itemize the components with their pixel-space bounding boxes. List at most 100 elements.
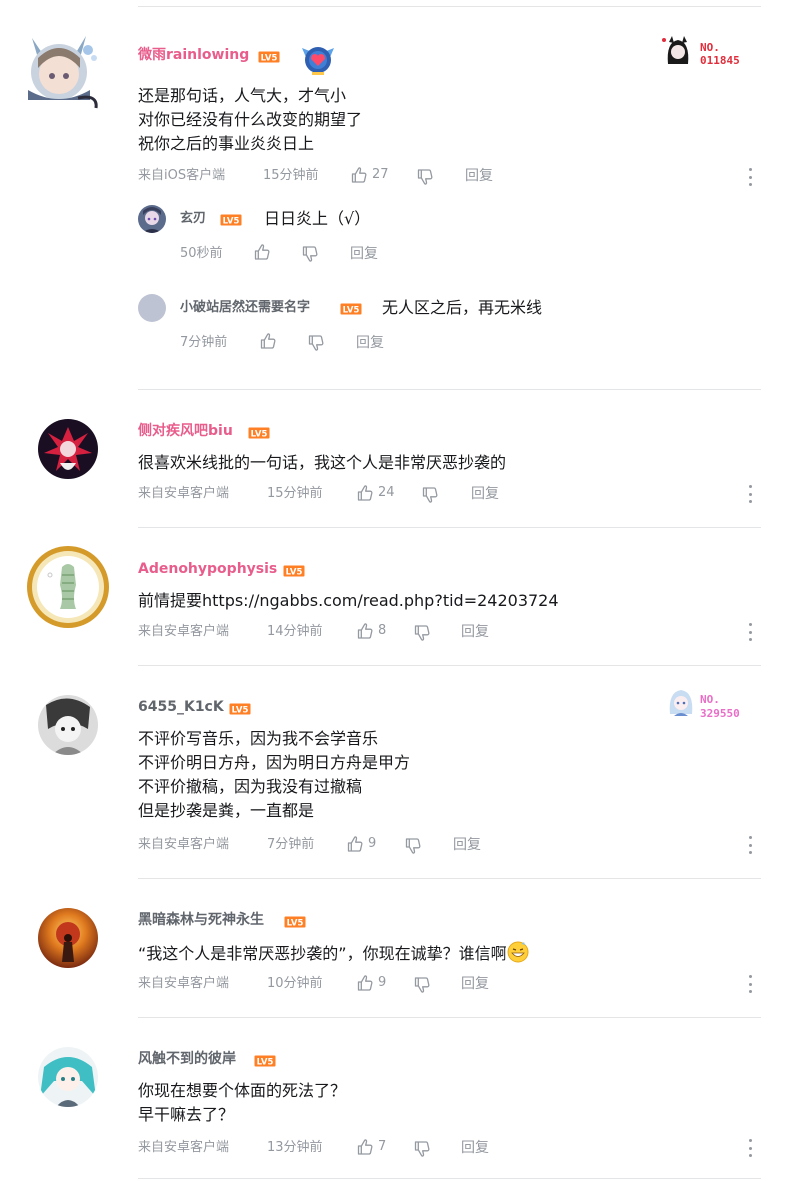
dislike-button[interactable] — [421, 486, 439, 504]
thumb-down-icon — [421, 486, 439, 504]
thumb-down-icon — [307, 334, 325, 352]
like-count: 7 — [378, 1139, 387, 1154]
fan-badge[interactable]: NO. 011845 — [660, 32, 750, 72]
like-button[interactable]: 27 — [350, 166, 389, 184]
comment-source: 来自安卓客户端 — [138, 624, 230, 639]
reply-text: 无人区之后，再无米线 — [382, 298, 543, 317]
more-icon[interactable] — [747, 836, 753, 854]
reply-text: 日日炎上（√） — [264, 209, 371, 228]
more-icon[interactable] — [747, 485, 753, 503]
dislike-button[interactable] — [404, 837, 422, 855]
more-icon[interactable] — [747, 975, 753, 993]
comment-text: “我这个人是非常厌恶抄袭的”，你现在诚挚？谁信啊 — [138, 941, 529, 966]
thumb-up-icon — [259, 332, 277, 350]
reply-button[interactable]: 回复 — [453, 836, 481, 854]
thumb-down-icon — [416, 168, 434, 186]
comment-time: 14分钟前 — [267, 624, 323, 639]
username[interactable]: 6455_K1cK — [138, 698, 224, 716]
fan-badge-label: NO. — [700, 41, 720, 54]
comment-text: 还是那句话，人气大，才气小 对你已经没有什么改变的期望了 祝你之后的事业炎炎日上 — [138, 86, 363, 153]
username[interactable]: 微雨rainlowing — [138, 46, 249, 64]
thumb-up-icon — [356, 974, 374, 992]
avatar[interactable] — [138, 205, 166, 233]
comment-time: 7分钟前 — [267, 837, 315, 852]
divider — [138, 665, 761, 666]
reply-time: 50秒前 — [180, 246, 223, 261]
avatar[interactable] — [38, 419, 98, 479]
like-count: 24 — [378, 485, 395, 500]
divider — [138, 1178, 761, 1179]
comment-source: 来自安卓客户端 — [138, 976, 230, 991]
dislike-button[interactable] — [413, 976, 431, 994]
like-count: 9 — [378, 975, 387, 990]
fan-badge-number: 011845 — [700, 54, 740, 67]
dislike-button[interactable] — [416, 168, 434, 186]
avatar[interactable] — [138, 294, 166, 322]
username[interactable]: 侧对疾风吧biu — [138, 422, 233, 440]
dislike-button[interactable] — [413, 624, 431, 642]
divider — [138, 1017, 761, 1018]
thumb-up-icon — [253, 243, 271, 261]
thumb-down-icon — [413, 976, 431, 994]
level-badge-icon — [248, 427, 270, 439]
reply-username[interactable]: 玄刃 — [180, 210, 206, 228]
reply-time: 7分钟前 — [180, 335, 228, 350]
username[interactable]: 风触不到的彼岸 — [138, 1050, 236, 1068]
reply-button[interactable]: 回复 — [356, 334, 384, 352]
comment-time: 15分钟前 — [263, 168, 319, 183]
like-button[interactable]: 24 — [356, 484, 395, 502]
like-button[interactable]: 9 — [356, 974, 386, 992]
fan-badge-avatar-icon — [664, 686, 698, 720]
thumb-up-icon — [356, 484, 374, 502]
comment-source: 来自iOS客户端 — [138, 168, 226, 183]
reply-button[interactable]: 回复 — [461, 975, 489, 993]
divider — [138, 527, 761, 528]
level-badge-icon — [283, 565, 305, 577]
level-badge-icon — [340, 303, 362, 315]
like-button[interactable]: 8 — [356, 622, 386, 640]
dislike-button[interactable] — [301, 245, 319, 263]
comment-text: 你现在想要个体面的死法了？ 早干嘛去了？ — [138, 1081, 347, 1124]
username[interactable]: 黑暗森林与死神永生 — [138, 911, 264, 929]
thumb-up-icon — [350, 166, 368, 184]
more-icon[interactable] — [747, 623, 753, 641]
reply-button[interactable]: 回复 — [465, 167, 493, 185]
comment-text: 前情提要https://ngabbs.com/read.php?tid=2420… — [138, 591, 559, 610]
avatar[interactable] — [38, 695, 98, 755]
dislike-button[interactable] — [307, 334, 325, 352]
thumb-up-icon — [356, 622, 374, 640]
level-badge-icon — [220, 214, 242, 226]
avatar[interactable] — [26, 545, 110, 629]
avatar[interactable] — [38, 908, 98, 968]
divider — [138, 389, 761, 390]
dislike-button[interactable] — [413, 1140, 431, 1158]
username[interactable]: Adenohypophysis — [138, 560, 277, 578]
like-button[interactable]: 9 — [346, 835, 376, 853]
thumb-down-icon — [404, 837, 422, 855]
thumb-down-icon — [413, 624, 431, 642]
divider — [138, 878, 761, 879]
like-button[interactable] — [259, 332, 277, 350]
more-icon[interactable] — [747, 1139, 753, 1157]
like-button[interactable]: 7 — [356, 1138, 386, 1156]
level-badge-icon — [229, 703, 251, 715]
like-button[interactable] — [253, 243, 271, 261]
comment-text: 不评价写音乐，因为我不会学音乐 不评价明日方舟，因为明日方舟是甲方 不评价撤稿，… — [138, 729, 411, 820]
fan-badge[interactable]: NO. 329550 — [664, 686, 754, 722]
level-badge-icon — [254, 1055, 276, 1067]
level-badge-icon — [258, 51, 280, 63]
reply-button[interactable]: 回复 — [350, 245, 378, 263]
comment-time: 13分钟前 — [267, 1140, 323, 1155]
more-icon[interactable] — [747, 168, 753, 186]
reply-button[interactable]: 回复 — [471, 485, 499, 503]
reply-button[interactable]: 回复 — [461, 623, 489, 641]
avatar[interactable] — [18, 28, 100, 110]
reply-button[interactable]: 回复 — [461, 1139, 489, 1157]
thumb-up-icon — [346, 835, 364, 853]
comment-source: 来自安卓客户端 — [138, 1140, 230, 1155]
comment-time: 15分钟前 — [267, 486, 323, 501]
comment-text: 很喜欢米线批的一句话，我这个人是非常厌恶抄袭的 — [138, 453, 507, 472]
avatar[interactable] — [38, 1047, 98, 1107]
thumb-down-icon — [413, 1140, 431, 1158]
reply-username[interactable]: 小破站居然还需要名字 — [180, 299, 310, 317]
